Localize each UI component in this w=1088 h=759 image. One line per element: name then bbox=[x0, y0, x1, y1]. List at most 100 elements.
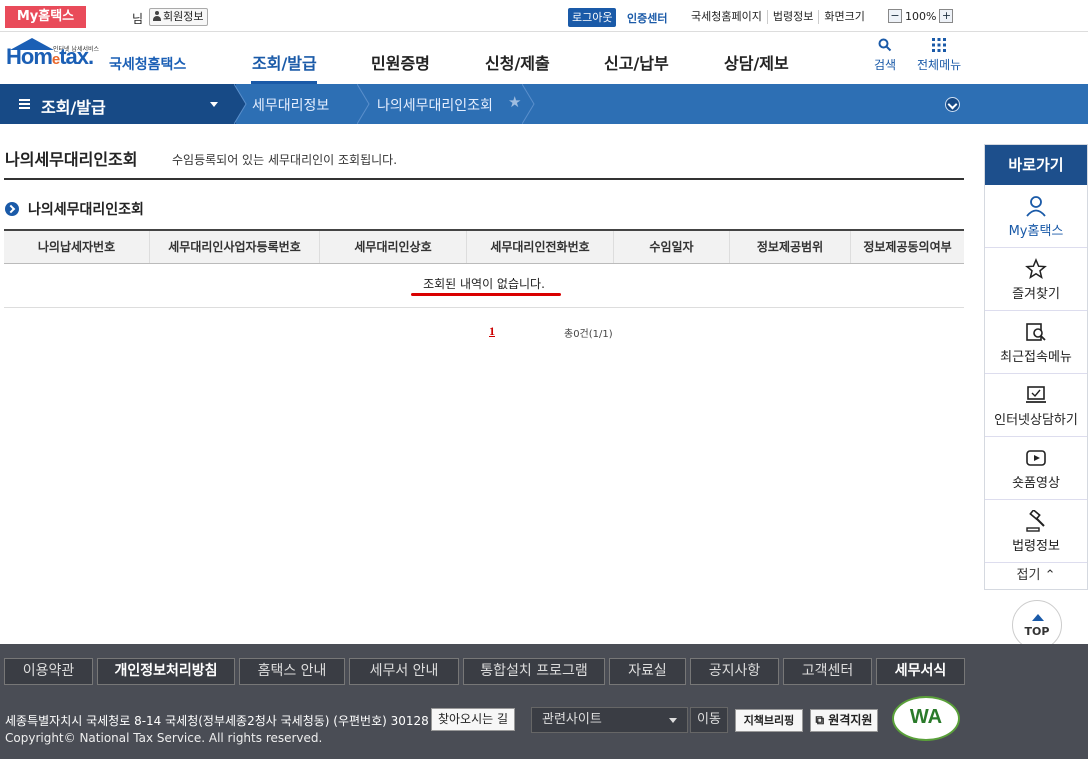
logout-button[interactable]: 로그아웃 bbox=[568, 8, 617, 27]
grid-icon bbox=[932, 38, 947, 52]
member-info-label: 회원정보 bbox=[163, 10, 204, 23]
location-root-label: 조회/발급 bbox=[41, 98, 106, 117]
search-icon bbox=[878, 38, 892, 52]
quick-recent-label: 최근접속메뉴 bbox=[1000, 350, 1072, 365]
col-agent-biz-no: 세무대리인사업자등록번호 bbox=[150, 231, 320, 263]
footer-data-room[interactable]: 자료실 bbox=[609, 658, 686, 685]
page-title: 나의세무대리인조회 bbox=[5, 150, 138, 169]
person-icon bbox=[153, 11, 161, 21]
breadcrumb-separator-icon bbox=[357, 84, 370, 124]
user-suffix: 님 bbox=[132, 12, 144, 26]
related-site-select[interactable]: 관련사이트 bbox=[531, 707, 688, 733]
menu-report-pay[interactable]: 신고/납부 bbox=[604, 50, 669, 74]
top-utility-bar: My홈택스 님 회원정보 로그아웃 인증센터 국세청홈페이지 법령정보 화면크기… bbox=[0, 0, 1088, 32]
quick-law-info[interactable]: 법령정보 bbox=[985, 500, 1087, 563]
footer-tax-forms[interactable]: 세무서식 bbox=[876, 658, 965, 685]
fold-button[interactable]: 접기 ⌃ bbox=[985, 563, 1087, 591]
remote-icon: ⧉ bbox=[815, 713, 825, 727]
footer-customer-center[interactable]: 고객센터 bbox=[783, 658, 872, 685]
quick-recent-menu[interactable]: 최근접속메뉴 bbox=[985, 311, 1087, 374]
gavel-icon bbox=[1026, 510, 1045, 532]
remote-support-button[interactable]: ⧉ 원격지원 bbox=[810, 709, 878, 732]
breadcrumb-tax-agent-info[interactable]: 세무대리정보 bbox=[252, 95, 329, 115]
top-links: 국세청홈페이지 법령정보 화면크기 bbox=[686, 10, 870, 24]
footer-taxoffice-guide[interactable]: 세무서 안내 bbox=[349, 658, 459, 685]
arrow-circle-icon bbox=[5, 202, 19, 216]
zoom-out-button[interactable]: − bbox=[888, 9, 902, 23]
fold-label: 접기 bbox=[1016, 568, 1041, 583]
wa-mark: WA bbox=[909, 706, 943, 728]
quick-myhometax[interactable]: My홈택스 bbox=[985, 185, 1087, 248]
myhometax-button[interactable]: My홈택스 bbox=[5, 6, 86, 28]
menu-consult-report[interactable]: 상담/제보 bbox=[724, 50, 789, 74]
nts-homepage-link[interactable]: 국세청홈페이지 bbox=[686, 10, 767, 24]
page-number-link[interactable]: 1 bbox=[489, 324, 495, 339]
member-info-button[interactable]: 회원정보 bbox=[149, 8, 209, 26]
breadcrumb-my-tax-agent[interactable]: 나의세무대리인조회 bbox=[377, 95, 493, 115]
caret-down-icon bbox=[210, 102, 218, 107]
logo-wordmark: Hometax. bbox=[6, 44, 94, 69]
scroll-top-button[interactable]: TOP bbox=[1012, 600, 1062, 650]
all-menu-label: 전체메뉴 bbox=[917, 58, 962, 72]
law-info-link[interactable]: 법령정보 bbox=[766, 10, 818, 24]
quick-shorts-label: 숏폼영상 bbox=[1012, 476, 1060, 491]
page-description: 수임등록되어 있는 세무대리인이 조회됩니다. bbox=[172, 153, 398, 167]
quick-favorites[interactable]: 즐겨찾기 bbox=[985, 248, 1087, 311]
location-bar: 조회/발급 세무대리정보 나의세무대리인조회 ★ bbox=[0, 84, 1088, 124]
favorite-star-icon[interactable]: ★ bbox=[508, 93, 521, 111]
global-nav: 인터넷 납세서비스 Hometax. 국세청홈택스 조회/발급 민원증명 신청/… bbox=[0, 32, 1088, 84]
footer-nav: 이용약관 개인정보처리방침 홈택스 안내 세무서 안내 통합설치 프로그램 자료… bbox=[4, 658, 965, 685]
wa-accessibility-badge: WA bbox=[892, 696, 960, 741]
screen-size-label: 화면크기 bbox=[818, 10, 869, 24]
find-way-button[interactable]: 찾아오시는 길 bbox=[431, 708, 515, 731]
footer-hometax-guide[interactable]: 홈택스 안내 bbox=[239, 658, 345, 685]
hometax-logo[interactable]: 인터넷 납세서비스 Hometax. 국세청홈택스 bbox=[4, 34, 194, 82]
highlight-underline bbox=[411, 293, 561, 296]
hamburger-icon bbox=[19, 99, 30, 109]
quick-law-label: 법령정보 bbox=[1012, 539, 1060, 554]
footer-privacy[interactable]: 개인정보처리방침 bbox=[97, 658, 235, 685]
col-taxpayer-no: 나의납세자번호 bbox=[4, 231, 150, 263]
footer-terms[interactable]: 이용약관 bbox=[4, 658, 93, 685]
footer-install-program[interactable]: 통합설치 프로그램 bbox=[463, 658, 605, 685]
quick-links-title: 바로가기 bbox=[985, 145, 1087, 185]
quick-shorts-video[interactable]: 숏폼영상 bbox=[985, 437, 1087, 500]
tax-agent-table: 나의납세자번호 세무대리인사업자등록번호 세무대리인상호 세무대리인전화번호 수… bbox=[4, 229, 964, 308]
remote-support-label: 원격지원 bbox=[828, 713, 873, 727]
policy-briefing-button[interactable]: 지책브리핑 bbox=[735, 709, 803, 732]
col-info-consent: 정보제공동의여부 bbox=[863, 240, 952, 254]
logo-korean: 국세청홈택스 bbox=[109, 57, 187, 73]
menu-apply-submit[interactable]: 신청/제출 bbox=[485, 50, 550, 74]
footer-notices[interactable]: 공지사항 bbox=[690, 658, 779, 685]
empty-message: 조회된 내역이 없습니다. bbox=[423, 277, 545, 291]
cert-center-link[interactable]: 인증센터 bbox=[627, 10, 667, 26]
quick-myhometax-label: My홈택스 bbox=[1008, 224, 1064, 239]
star-outline-icon bbox=[1025, 258, 1047, 280]
person-icon bbox=[1026, 196, 1046, 217]
col-info-scope: 정보제공범위 bbox=[730, 231, 851, 263]
location-root-dropdown[interactable]: 조회/발급 bbox=[0, 84, 236, 124]
menu-inquiry-issue[interactable]: 조회/발급 bbox=[252, 50, 317, 74]
quick-online-consult[interactable]: 인터넷상담하기 bbox=[985, 374, 1087, 437]
main-content: 나의세무대리인조회 수임등록되어 있는 세무대리인이 조회됩니다. 나의세무대리… bbox=[0, 124, 970, 644]
section-title: 나의세무대리인조회 bbox=[28, 202, 144, 218]
chevron-up-icon: ⌃ bbox=[1044, 568, 1056, 583]
empty-row: 조회된 내역이 없습니다. bbox=[4, 264, 964, 308]
move-button[interactable]: 이동 bbox=[690, 707, 728, 733]
all-menu-button[interactable]: 전체메뉴 bbox=[917, 38, 961, 73]
col-mandate-date: 수임일자 bbox=[614, 231, 730, 263]
zoom-in-button[interactable]: + bbox=[939, 9, 954, 23]
footer-copyright: Copyright© National Tax Service. All rig… bbox=[5, 731, 323, 745]
quick-links-sidebar: 바로가기 My홈택스 즐겨찾기 최근접속메뉴 인터넷상담하기 숏폼영상 법령정보… bbox=[984, 144, 1088, 590]
quick-favorites-label: 즐겨찾기 bbox=[1012, 287, 1060, 302]
recent-search-icon bbox=[1026, 323, 1046, 341]
play-icon bbox=[1026, 450, 1046, 466]
footer-address: 세종특별자치시 국세청로 8-14 국세청(정부세종2청사 국세청동) (우편번… bbox=[5, 714, 429, 728]
zoom-value: 100% bbox=[905, 9, 937, 23]
menu-certificates[interactable]: 민원증명 bbox=[371, 50, 430, 74]
breadcrumb-separator-icon bbox=[522, 84, 535, 124]
title-divider bbox=[4, 178, 964, 180]
footer: 이용약관 개인정보처리방침 홈택스 안내 세무서 안내 통합설치 프로그램 자료… bbox=[0, 644, 1088, 759]
expand-chevron-icon[interactable] bbox=[945, 97, 960, 112]
search-button[interactable]: 검색 bbox=[874, 38, 896, 73]
